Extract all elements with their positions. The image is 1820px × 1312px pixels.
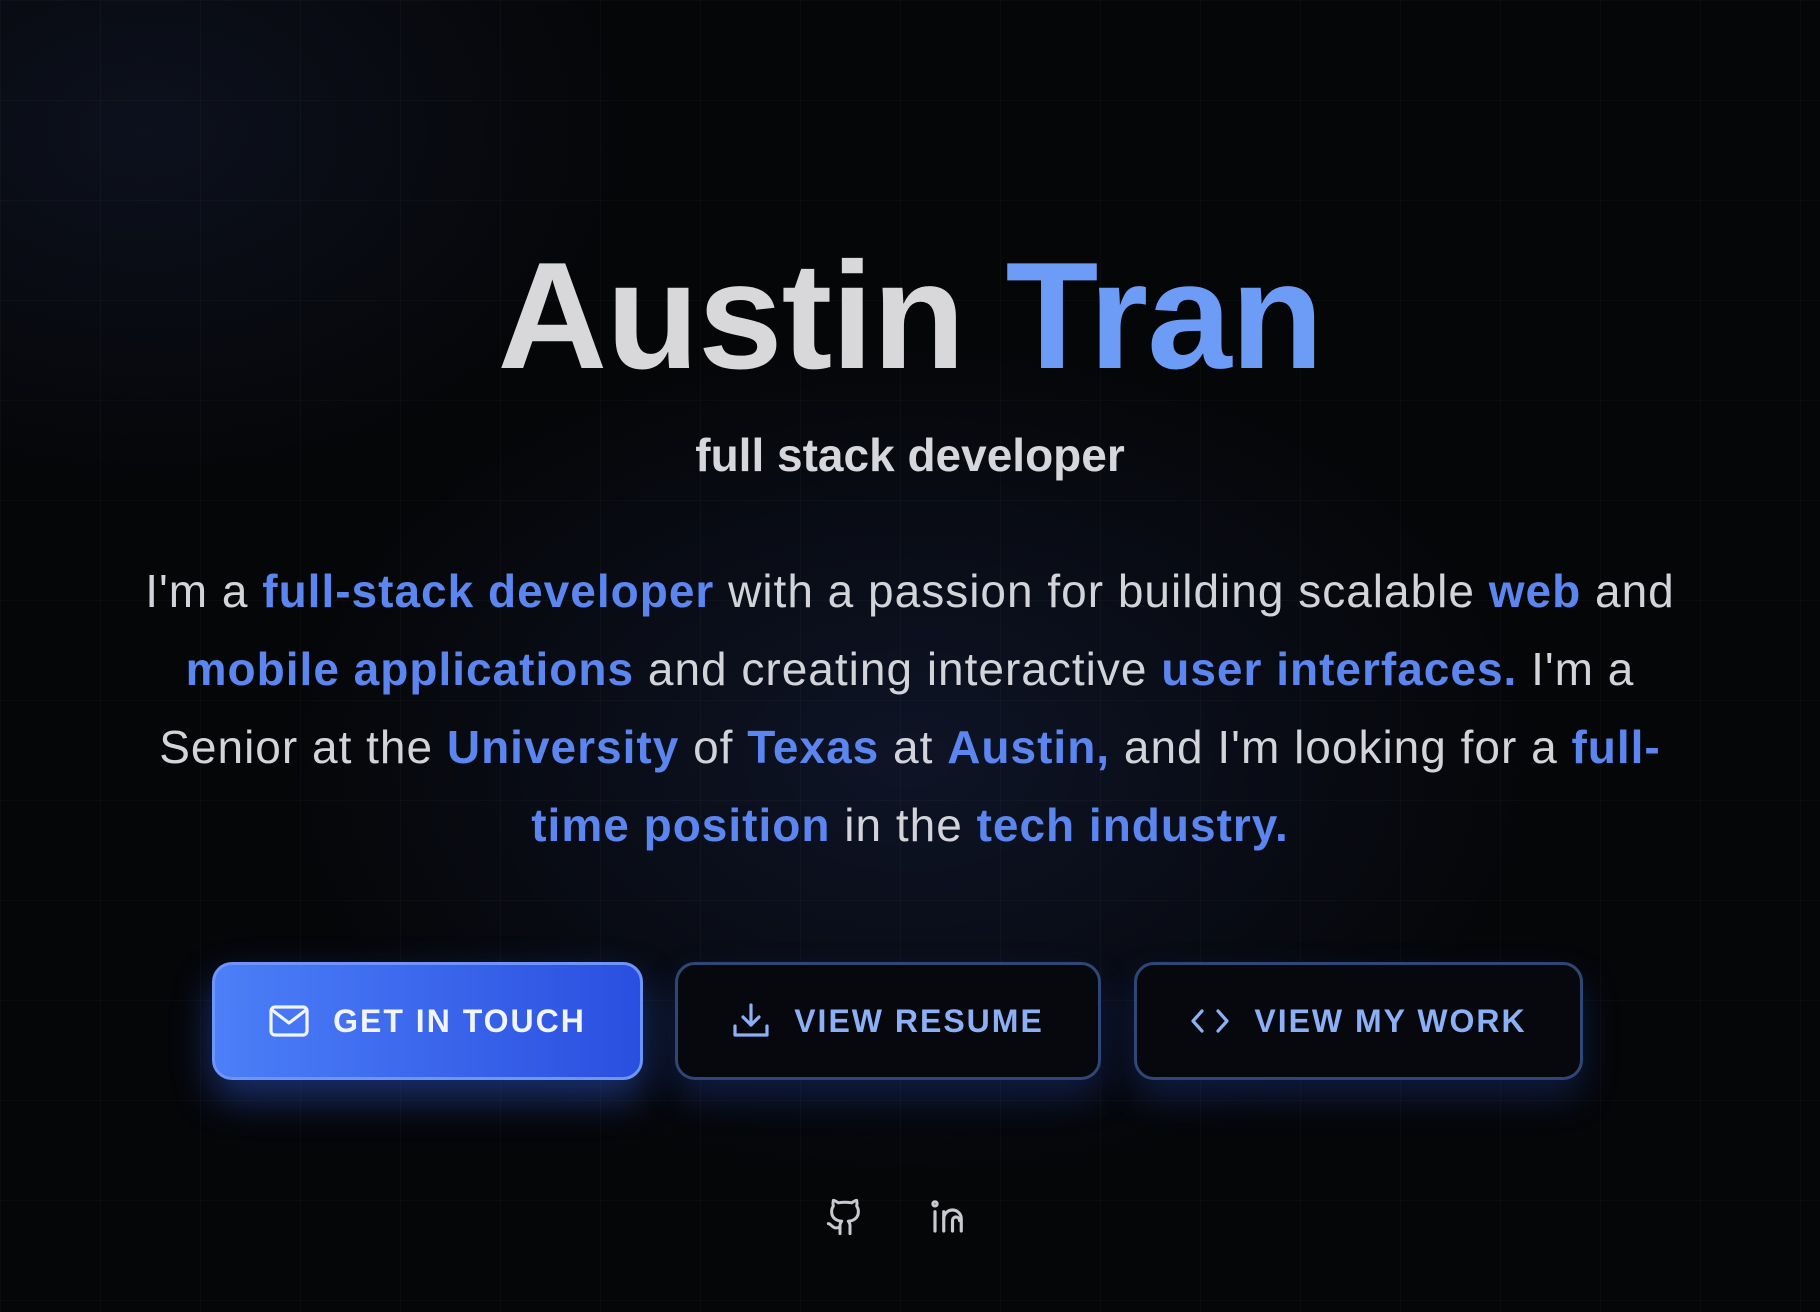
get-in-touch-label: GET IN TOUCH bbox=[333, 1002, 586, 1039]
mail-icon bbox=[269, 1005, 309, 1037]
name-last: Tran bbox=[1005, 231, 1324, 401]
linkedin-icon bbox=[928, 1196, 970, 1243]
hero-name: Austin Tran bbox=[0, 240, 1820, 392]
bio-text: of bbox=[679, 721, 748, 773]
hero-section: Austin Tran full stack developer I'm a f… bbox=[0, 0, 1820, 1312]
bio-text: in the bbox=[830, 799, 977, 851]
bio-highlight: Austin, bbox=[947, 721, 1111, 773]
view-my-work-button[interactable]: VIEW MY WORK bbox=[1134, 962, 1583, 1080]
github-icon bbox=[825, 1196, 865, 1243]
bio-highlight: mobile applications bbox=[185, 643, 635, 695]
bio-highlight: Texas bbox=[747, 721, 880, 773]
get-in-touch-button[interactable]: GET IN TOUCH bbox=[212, 962, 643, 1080]
bio-text: at bbox=[879, 721, 948, 773]
bio-highlight: tech industry. bbox=[976, 799, 1289, 851]
view-resume-label: VIEW RESUME bbox=[794, 1002, 1044, 1039]
bio-text: and creating interactive bbox=[634, 643, 1162, 695]
bio-highlight: University bbox=[446, 721, 680, 773]
bio-text: with a passion for building scalable bbox=[714, 565, 1489, 617]
bio-highlight: web bbox=[1488, 565, 1582, 617]
bio-text: and bbox=[1581, 565, 1675, 617]
bio-text: I'm a bbox=[145, 565, 263, 617]
hero-bio: I'm a full-stack developer with a passio… bbox=[110, 552, 1710, 864]
bio-highlight: user interfaces. bbox=[1161, 643, 1518, 695]
bio-text: and I'm looking for a bbox=[1110, 721, 1572, 773]
hero-subtitle: full stack developer bbox=[695, 429, 1125, 481]
linkedin-link[interactable] bbox=[926, 1196, 972, 1242]
code-icon bbox=[1190, 1006, 1230, 1036]
view-my-work-label: VIEW MY WORK bbox=[1254, 1002, 1527, 1039]
view-resume-button[interactable]: VIEW RESUME bbox=[675, 962, 1101, 1080]
bio-highlight: full-stack developer bbox=[262, 565, 715, 617]
name-first: Austin bbox=[497, 231, 965, 401]
social-links bbox=[0, 1196, 1820, 1242]
github-link[interactable] bbox=[822, 1196, 868, 1242]
download-icon bbox=[732, 1002, 770, 1040]
cta-buttons: GET IN TOUCH VIEW RESUME VIEW MY WORK bbox=[0, 962, 1820, 1080]
